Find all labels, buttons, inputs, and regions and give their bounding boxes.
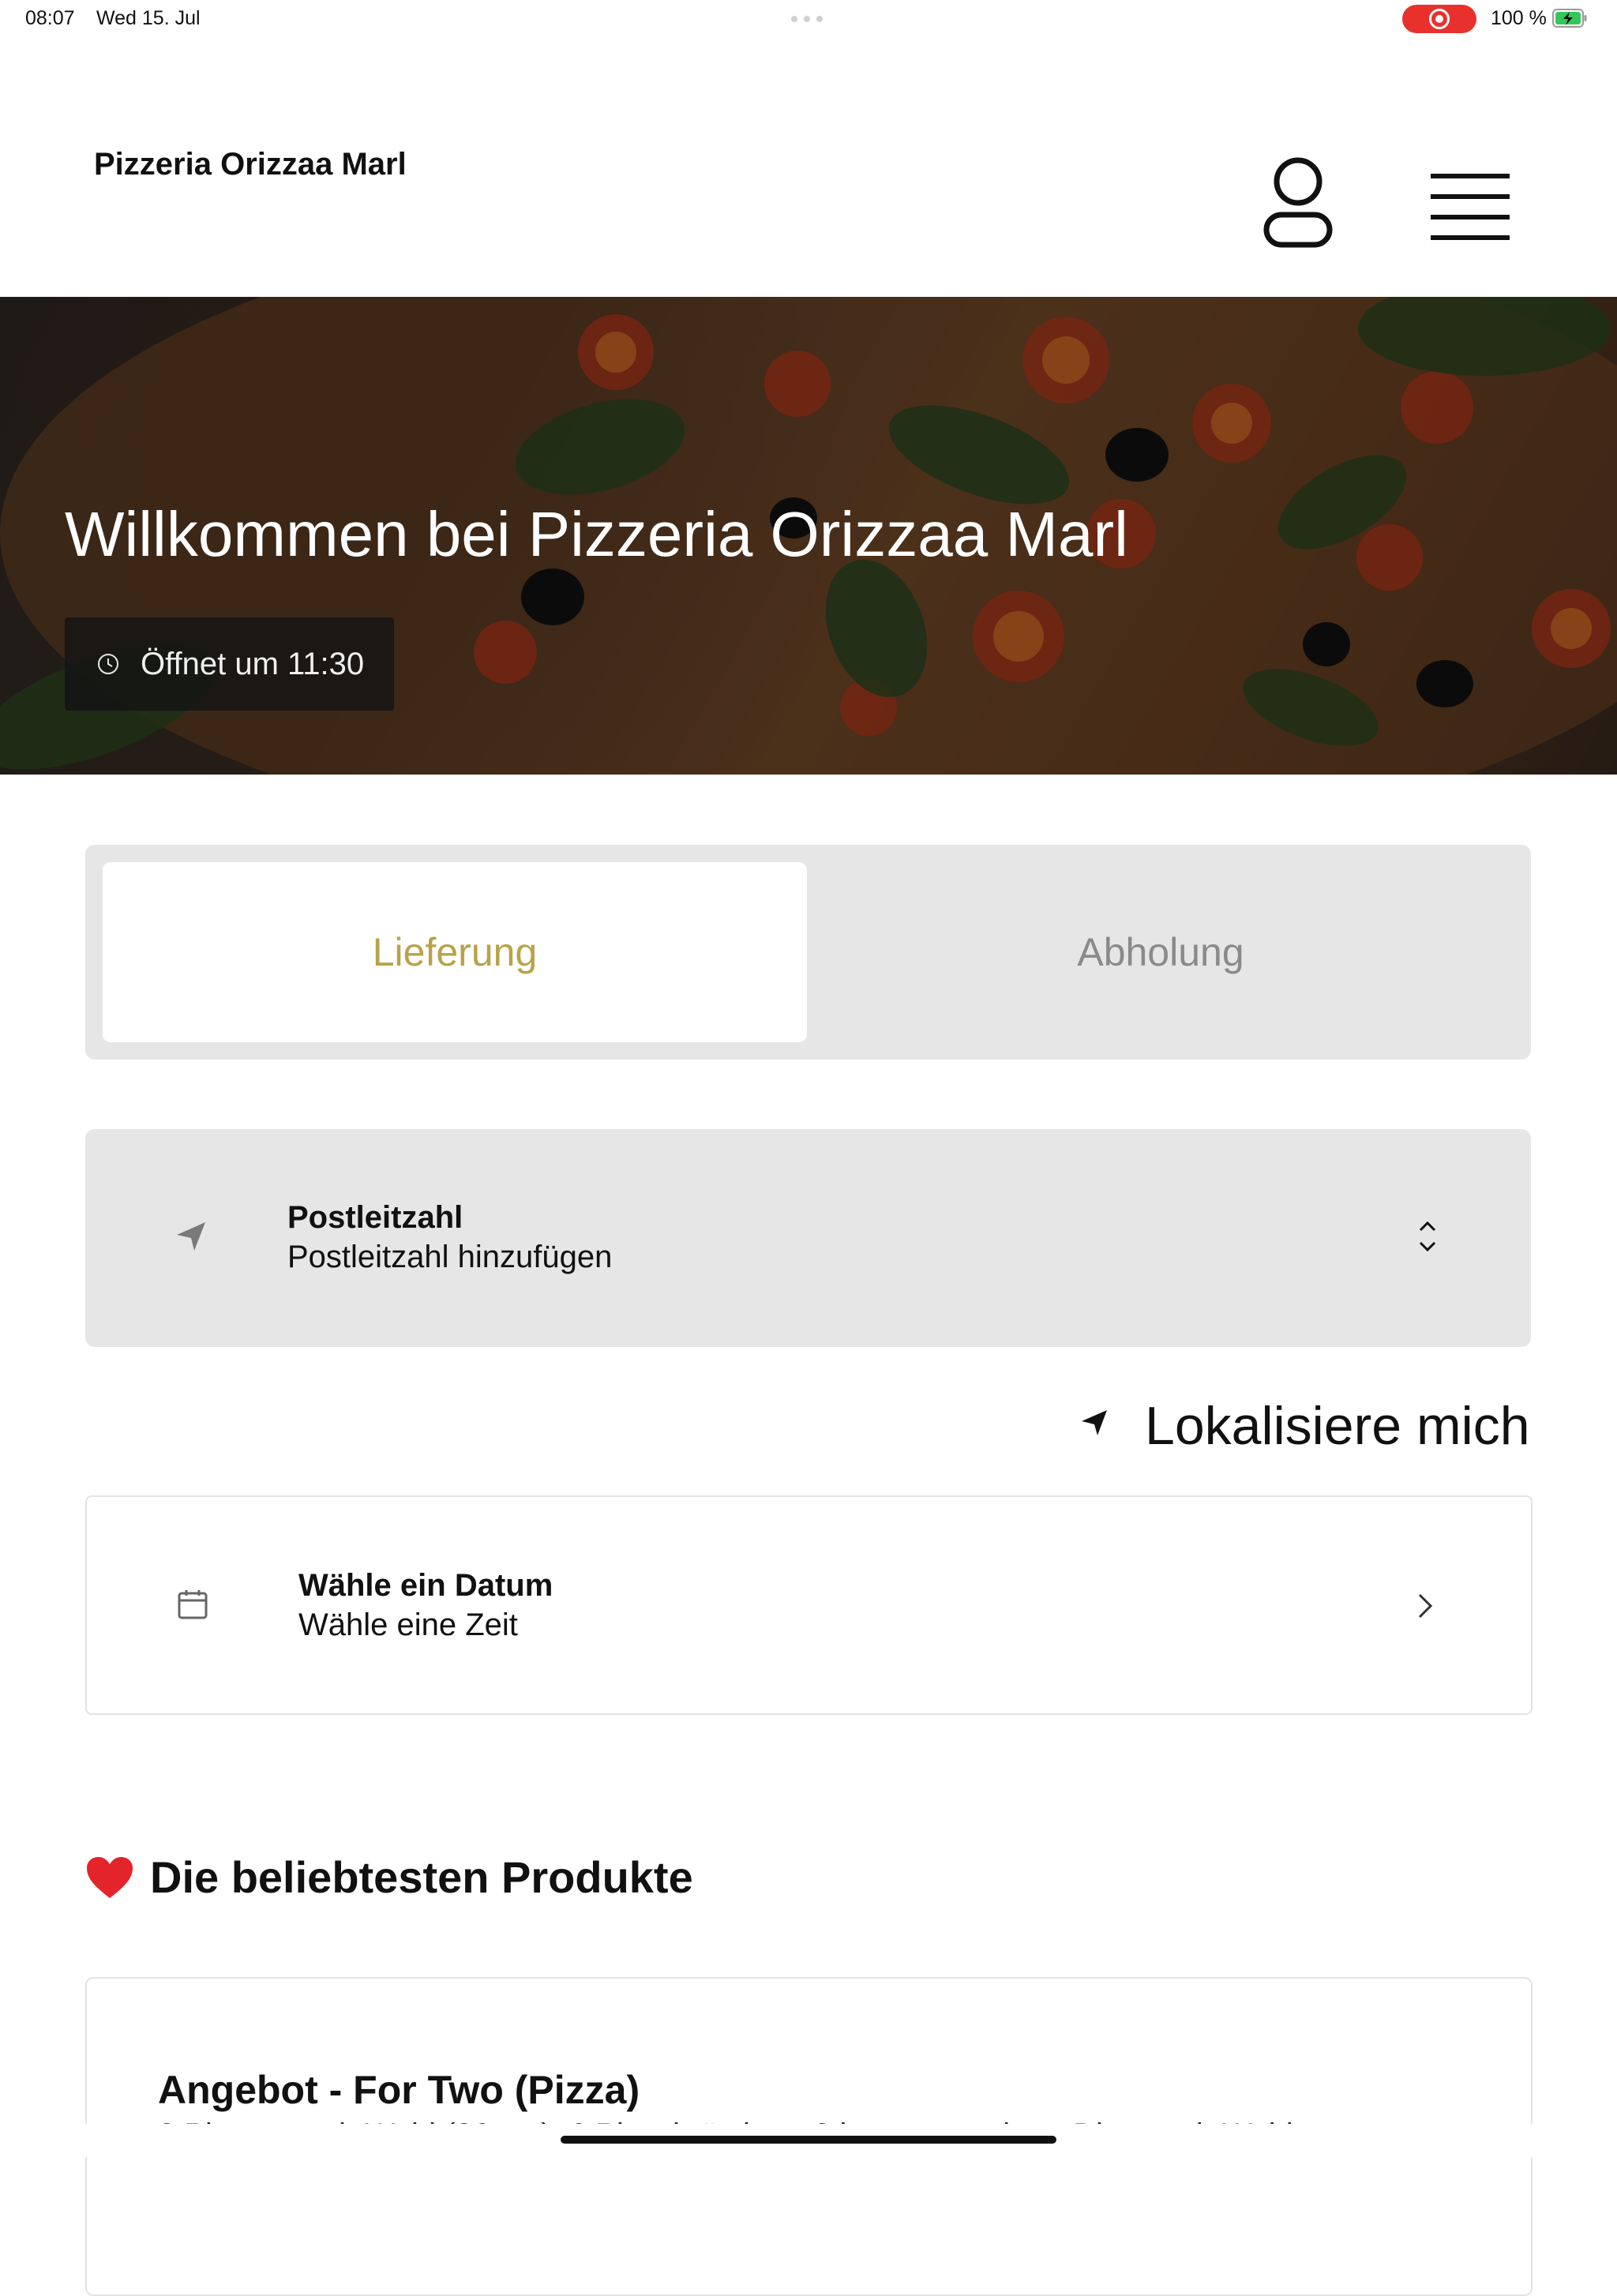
battery-charging-icon [1552,9,1587,28]
location-arrow-icon [177,1222,205,1251]
status-bar: 08:07 Wed 15. Jul 100 % [0,0,1617,38]
clock-icon [98,654,118,674]
chevron-right-icon [1418,1593,1433,1619]
locate-me-label: Lokalisiere mich [1145,1396,1530,1456]
postal-code-field[interactable]: Postleitzahl Postleitzahl hinzufügen [85,1129,1531,1347]
popular-products-heading: Die beliebtesten Produkte [85,1851,693,1903]
date-label: Wähle ein Datum [298,1568,553,1603]
brand-name[interactable]: Pizzeria Orizzaa Marl [94,147,407,182]
tab-delivery[interactable]: Lieferung [103,862,807,1042]
chevron-up-down-icon[interactable] [1413,1216,1443,1257]
popular-products-title: Die beliebtesten Produkte [150,1852,693,1902]
postal-code-label: Postleitzahl [287,1200,463,1235]
locate-me-button[interactable]: Lokalisiere mich [1080,1391,1530,1456]
user-icon[interactable] [1260,156,1336,251]
hero-title: Willkommen bei Pizzeria Orizzaa Marl [65,499,1128,569]
date-time-picker[interactable]: Wähle ein Datum Wähle eine Zeit [85,1495,1533,1715]
app-header: Pizzeria Orizzaa Marl [0,38,1617,297]
time-label: Wähle eine Zeit [298,1608,518,1642]
tab-pickup[interactable]: Abholung [808,862,1513,1042]
opening-hours-text: Öffnet um 11:30 [141,646,365,681]
order-type-toggle: Lieferung Abholung [85,845,1531,1060]
hero-banner: Willkommen bei Pizzeria Orizzaa Marl Öff… [0,297,1617,775]
battery-percent: 100 % [1491,7,1547,29]
hamburger-menu-icon[interactable] [1428,167,1516,243]
multitasking-dots-icon[interactable] [791,16,826,22]
postal-code-placeholder: Postleitzahl hinzufügen [287,1240,613,1274]
red-heart-icon [87,1856,133,1898]
status-time: 08:07 [25,7,75,29]
home-indicator[interactable] [561,2136,1056,2144]
opening-hours-badge: Öffnet um 11:30 [65,617,394,711]
status-date: Wed 15. Jul [96,7,201,29]
product-name: Angebot - For Two (Pizza) [158,2068,640,2112]
location-arrow-icon [1082,1410,1107,1435]
calendar-icon [178,1590,208,1619]
screen-recording-icon[interactable] [1402,5,1476,33]
